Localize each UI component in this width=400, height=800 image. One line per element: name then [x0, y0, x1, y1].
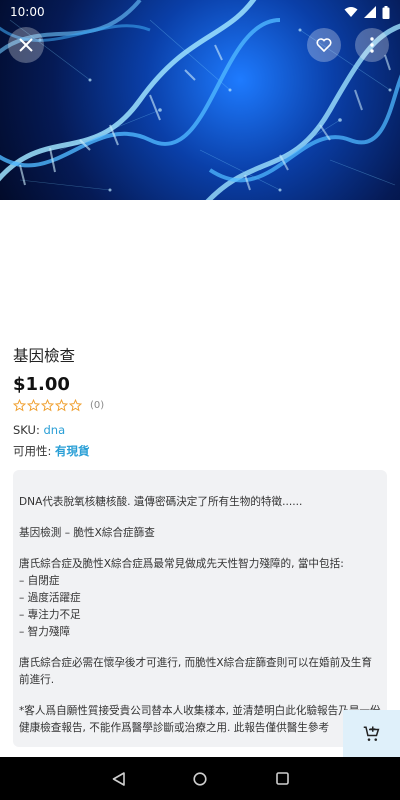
- description-paragraph: DNA代表脫氧核糖核酸. 遺傳密碼決定了所有生物的特徵......: [19, 496, 303, 508]
- favorite-button[interactable]: [307, 28, 341, 62]
- recents-icon: [275, 772, 289, 785]
- heart-icon: [316, 38, 332, 52]
- rating-stars: [13, 399, 82, 412]
- description-paragraph: 唐氏綜合症必需在懷孕後才可進行, 而脆性X綜合症篩查則可以在婚前及生育前進行.: [19, 657, 372, 686]
- availability-label: 可用性:: [13, 444, 56, 458]
- description-paragraph: 基因檢測 – 脆性X綜合症篩查: [19, 527, 155, 539]
- product-title: 基因檢查: [13, 347, 76, 365]
- nav-back-button[interactable]: [77, 757, 159, 800]
- description-paragraph: *客人爲自願性質接受貴公司替本人收集樣本, 並清楚明白此化驗報告乃是一份健康檢查…: [19, 705, 381, 734]
- description-card: DNA代表脫氧核糖核酸. 遺傳密碼決定了所有生物的特徵...... 基因檢測 –…: [13, 470, 387, 747]
- signal-icon: [364, 6, 376, 18]
- status-icons: [344, 5, 390, 19]
- star-empty-icon: [13, 399, 26, 412]
- nav-recents-button[interactable]: [241, 757, 323, 800]
- close-icon: [19, 38, 33, 52]
- more-vert-icon: [370, 37, 374, 53]
- product-price: $1.00: [13, 374, 70, 395]
- availability-row: 可用性: 有現貨: [13, 443, 90, 459]
- star-empty-icon: [69, 399, 82, 412]
- star-empty-icon: [27, 399, 40, 412]
- status-time: 10:00: [10, 5, 45, 19]
- back-icon: [112, 771, 125, 786]
- product-image: [0, 0, 400, 200]
- wifi-icon: [344, 7, 358, 17]
- description-paragraph: 唐氏綜合症及脆性X綜合症爲最常見做成先天性智力殘障的, 當中包括: – 自閉症 …: [19, 558, 344, 638]
- dna-illustration: [0, 0, 400, 200]
- home-icon: [193, 771, 207, 786]
- battery-icon: [382, 5, 390, 19]
- add-to-cart-button[interactable]: [343, 710, 400, 757]
- sku-value: dna: [43, 423, 66, 437]
- availability-value: 有現貨: [55, 444, 90, 458]
- status-bar: 10:00: [0, 0, 400, 24]
- review-count: (0): [90, 400, 105, 411]
- rating-row[interactable]: (0): [13, 399, 104, 412]
- nav-home-button[interactable]: [159, 757, 241, 800]
- star-empty-icon: [55, 399, 68, 412]
- system-nav-bar: [0, 757, 400, 800]
- sku-label: SKU:: [13, 423, 44, 437]
- image-padding: [0, 200, 400, 330]
- more-options-button[interactable]: [355, 28, 389, 62]
- close-button[interactable]: [8, 27, 44, 63]
- star-empty-icon: [41, 399, 54, 412]
- sku-row: SKU: dna: [13, 423, 65, 437]
- add-to-cart-icon: [363, 726, 379, 741]
